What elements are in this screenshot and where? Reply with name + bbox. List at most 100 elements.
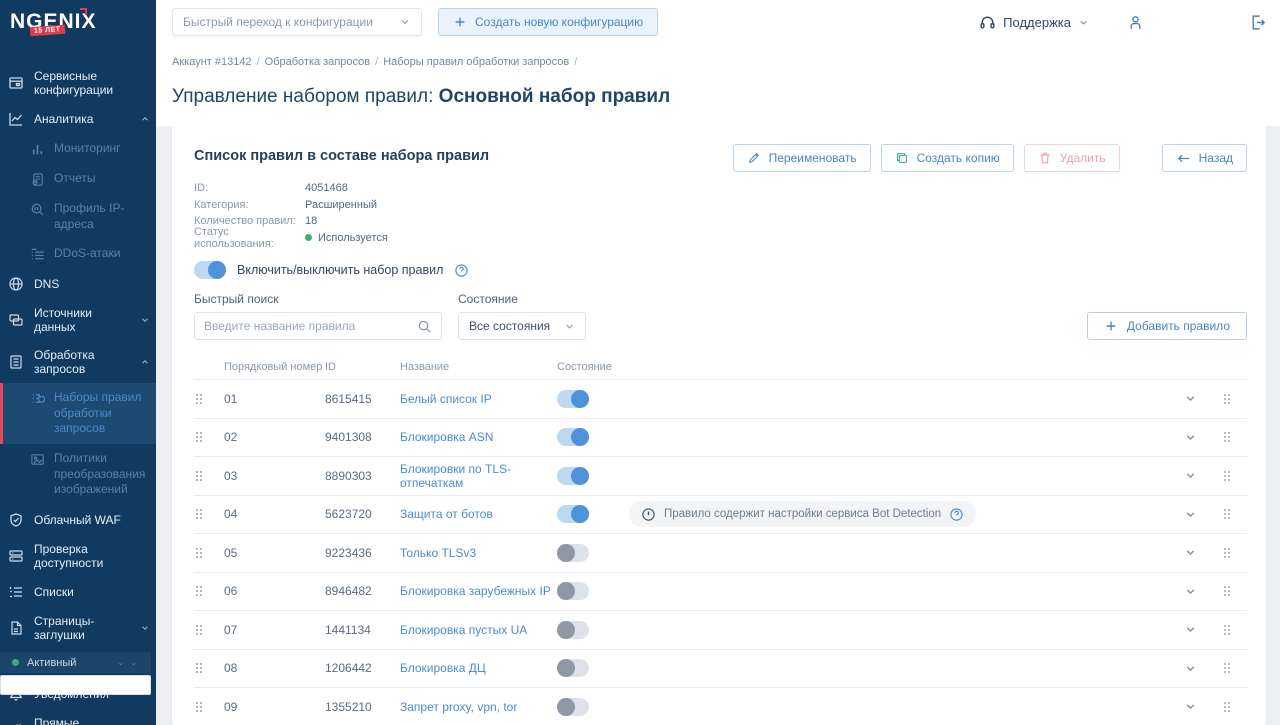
grip-dots-icon[interactable] bbox=[1222, 661, 1232, 675]
rule-name-link[interactable]: Защита от ботов bbox=[400, 507, 557, 521]
drag-handle-icon[interactable] bbox=[194, 660, 208, 676]
account-selector-panel[interactable] bbox=[0, 675, 151, 695]
sidebar-item-label: Сервисные конфигурации bbox=[34, 69, 150, 97]
create-config-button[interactable]: Создать новую конфигурацию bbox=[438, 8, 658, 36]
rule-toggle[interactable] bbox=[557, 621, 589, 639]
chevron-down-icon[interactable] bbox=[1184, 546, 1197, 559]
drag-handle-icon[interactable] bbox=[194, 468, 208, 484]
sidebar-item-lists[interactable]: Списки bbox=[0, 577, 156, 607]
help-icon[interactable] bbox=[454, 263, 469, 278]
search-box bbox=[194, 312, 442, 340]
rule-toggle[interactable] bbox=[557, 582, 589, 600]
grip-dots-icon[interactable] bbox=[1222, 507, 1232, 521]
add-rule-button[interactable]: Добавить правило bbox=[1087, 312, 1247, 340]
arrow-left-icon bbox=[1176, 151, 1191, 166]
help-icon[interactable] bbox=[949, 507, 964, 522]
sidebar-item-analytics[interactable]: Аналитика bbox=[0, 104, 156, 134]
sidebar-item-cloud-waf[interactable]: Облачный WAF bbox=[0, 505, 156, 535]
grip-dots-icon[interactable] bbox=[1222, 469, 1232, 483]
breadcrumb-account[interactable]: Аккаунт #13142 bbox=[172, 56, 252, 68]
sidebar-item-availability-check[interactable]: Проверка доступности bbox=[0, 535, 156, 577]
ngenix-logo[interactable]: NGENIX 15 ЛЕТ bbox=[0, 0, 156, 48]
sidebar-item-request-processing[interactable]: Обработка запросов bbox=[0, 341, 156, 383]
search-icon[interactable] bbox=[417, 319, 432, 334]
sidebar-item-label: Отчеты bbox=[54, 171, 95, 187]
chevron-down-icon bbox=[399, 16, 411, 28]
bar-chart-icon bbox=[30, 142, 45, 157]
drag-handle-icon[interactable] bbox=[194, 699, 208, 715]
rule-name-link[interactable]: Запрет proxy, vpn, tor bbox=[400, 700, 557, 714]
chevron-down-icon[interactable] bbox=[1184, 431, 1197, 444]
drag-handle-icon[interactable] bbox=[194, 429, 208, 445]
sidebar-item-ddos[interactable]: DDoS-атаки bbox=[0, 239, 156, 269]
breadcrumb-separator: / bbox=[257, 56, 260, 68]
rule-toggle[interactable] bbox=[557, 505, 589, 523]
sidebar-item-direct-connections[interactable]: Прямые подключения bbox=[0, 709, 156, 725]
rule-toggle[interactable] bbox=[557, 428, 589, 446]
numbered-list-icon bbox=[8, 584, 24, 600]
rename-button[interactable]: Переименовать bbox=[733, 144, 871, 172]
table-row: 04 5623720 Защита от ботов Правило содер… bbox=[194, 496, 1247, 535]
chevron-down-icon[interactable] bbox=[1184, 662, 1197, 675]
rule-name-link[interactable]: Блокировки по TLS-отпечаткам bbox=[400, 462, 557, 490]
grip-dots-icon[interactable] bbox=[1222, 392, 1232, 406]
grip-dots-icon[interactable] bbox=[1222, 430, 1232, 444]
sidebar-item-stub-pages[interactable]: Страницы-заглушки bbox=[0, 607, 156, 649]
sidebar-item-dns[interactable]: DNS bbox=[0, 269, 156, 299]
back-button[interactable]: Назад bbox=[1162, 144, 1247, 172]
sidebar-item-monitoring[interactable]: Мониторинг bbox=[0, 134, 156, 164]
plus-icon bbox=[453, 15, 467, 29]
sort-arrows-icon: ⌄ ⌄ bbox=[117, 658, 139, 667]
sidebar-item-service-configs[interactable]: Сервисные конфигурации bbox=[0, 62, 156, 104]
rule-toggle[interactable] bbox=[557, 659, 589, 677]
chevron-down-icon[interactable] bbox=[1184, 392, 1197, 405]
drag-handle-icon[interactable] bbox=[194, 622, 208, 638]
rule-toggle[interactable] bbox=[557, 467, 589, 485]
rule-name-link[interactable]: Блокировка ASN bbox=[400, 430, 557, 444]
rule-name-link[interactable]: Блокировка ДЦ bbox=[400, 661, 557, 675]
grip-dots-icon[interactable] bbox=[1222, 623, 1232, 637]
grip-dots-icon[interactable] bbox=[1222, 546, 1232, 560]
account-status[interactable]: Активный ⌄ ⌄ bbox=[0, 652, 151, 673]
drag-handle-icon[interactable] bbox=[194, 583, 208, 599]
search-input[interactable] bbox=[204, 319, 417, 333]
drag-handle-icon[interactable] bbox=[194, 545, 208, 561]
sidebar-item-rulesets[interactable]: Наборы правил обработки запросов bbox=[0, 383, 156, 444]
sidebar-item-ip-profile[interactable]: Профиль IP-адреса bbox=[0, 194, 156, 239]
sidebar-item-reports[interactable]: Отчеты bbox=[0, 164, 156, 194]
rule-toggle[interactable] bbox=[557, 390, 589, 408]
rule-name-link[interactable]: Белый список IP bbox=[400, 392, 557, 406]
chevron-down-icon[interactable] bbox=[1184, 585, 1197, 598]
sidebar-footer: Активный ⌄ ⌄ bbox=[0, 652, 151, 695]
page-title-name: Основной набор правил bbox=[439, 86, 671, 107]
rule-name-link[interactable]: Блокировка зарубежных IP bbox=[400, 584, 557, 598]
rule-name-link[interactable]: Только TLSv3 bbox=[400, 546, 557, 560]
breadcrumb-request-processing[interactable]: Обработка запросов bbox=[265, 56, 370, 68]
breadcrumb-rulesets[interactable]: Наборы правил обработки запросов bbox=[383, 56, 569, 68]
chevron-down-icon[interactable] bbox=[1184, 700, 1197, 713]
rule-order: 03 bbox=[224, 469, 325, 483]
drag-handle-icon[interactable] bbox=[194, 506, 208, 522]
chevron-down-icon[interactable] bbox=[1184, 623, 1197, 636]
rule-toggle[interactable] bbox=[557, 698, 589, 716]
chevron-down-icon[interactable] bbox=[1184, 508, 1197, 521]
sidebar-item-data-sources[interactable]: Источники данных bbox=[0, 299, 156, 341]
grip-dots-icon[interactable] bbox=[1222, 584, 1232, 598]
user-icon[interactable] bbox=[1127, 14, 1144, 31]
delete-button[interactable]: Удалить bbox=[1024, 144, 1120, 172]
state-filter-col: Состояние Все состояния bbox=[458, 292, 586, 340]
state-filter-select[interactable]: Все состояния bbox=[458, 312, 586, 340]
usage-status: Используется bbox=[305, 232, 388, 244]
rule-toggle[interactable] bbox=[557, 544, 589, 562]
ruleset-card: Список правил в составе набора правил Пе… bbox=[172, 126, 1266, 725]
support-menu[interactable]: Поддержка bbox=[979, 14, 1089, 31]
chevron-down-icon[interactable] bbox=[1184, 469, 1197, 482]
quick-config-select[interactable]: Быстрый переход к конфигурации bbox=[172, 8, 422, 36]
logout-icon[interactable] bbox=[1249, 14, 1266, 31]
grip-dots-icon[interactable] bbox=[1222, 700, 1232, 714]
copy-button[interactable]: Создать копию bbox=[881, 144, 1014, 172]
ruleset-enable-toggle[interactable] bbox=[194, 261, 226, 279]
drag-handle-icon[interactable] bbox=[194, 391, 208, 407]
rule-name-link[interactable]: Блокировка пустых UA bbox=[400, 623, 557, 637]
sidebar-item-image-policies[interactable]: Политики преобразования изображений bbox=[0, 444, 156, 505]
